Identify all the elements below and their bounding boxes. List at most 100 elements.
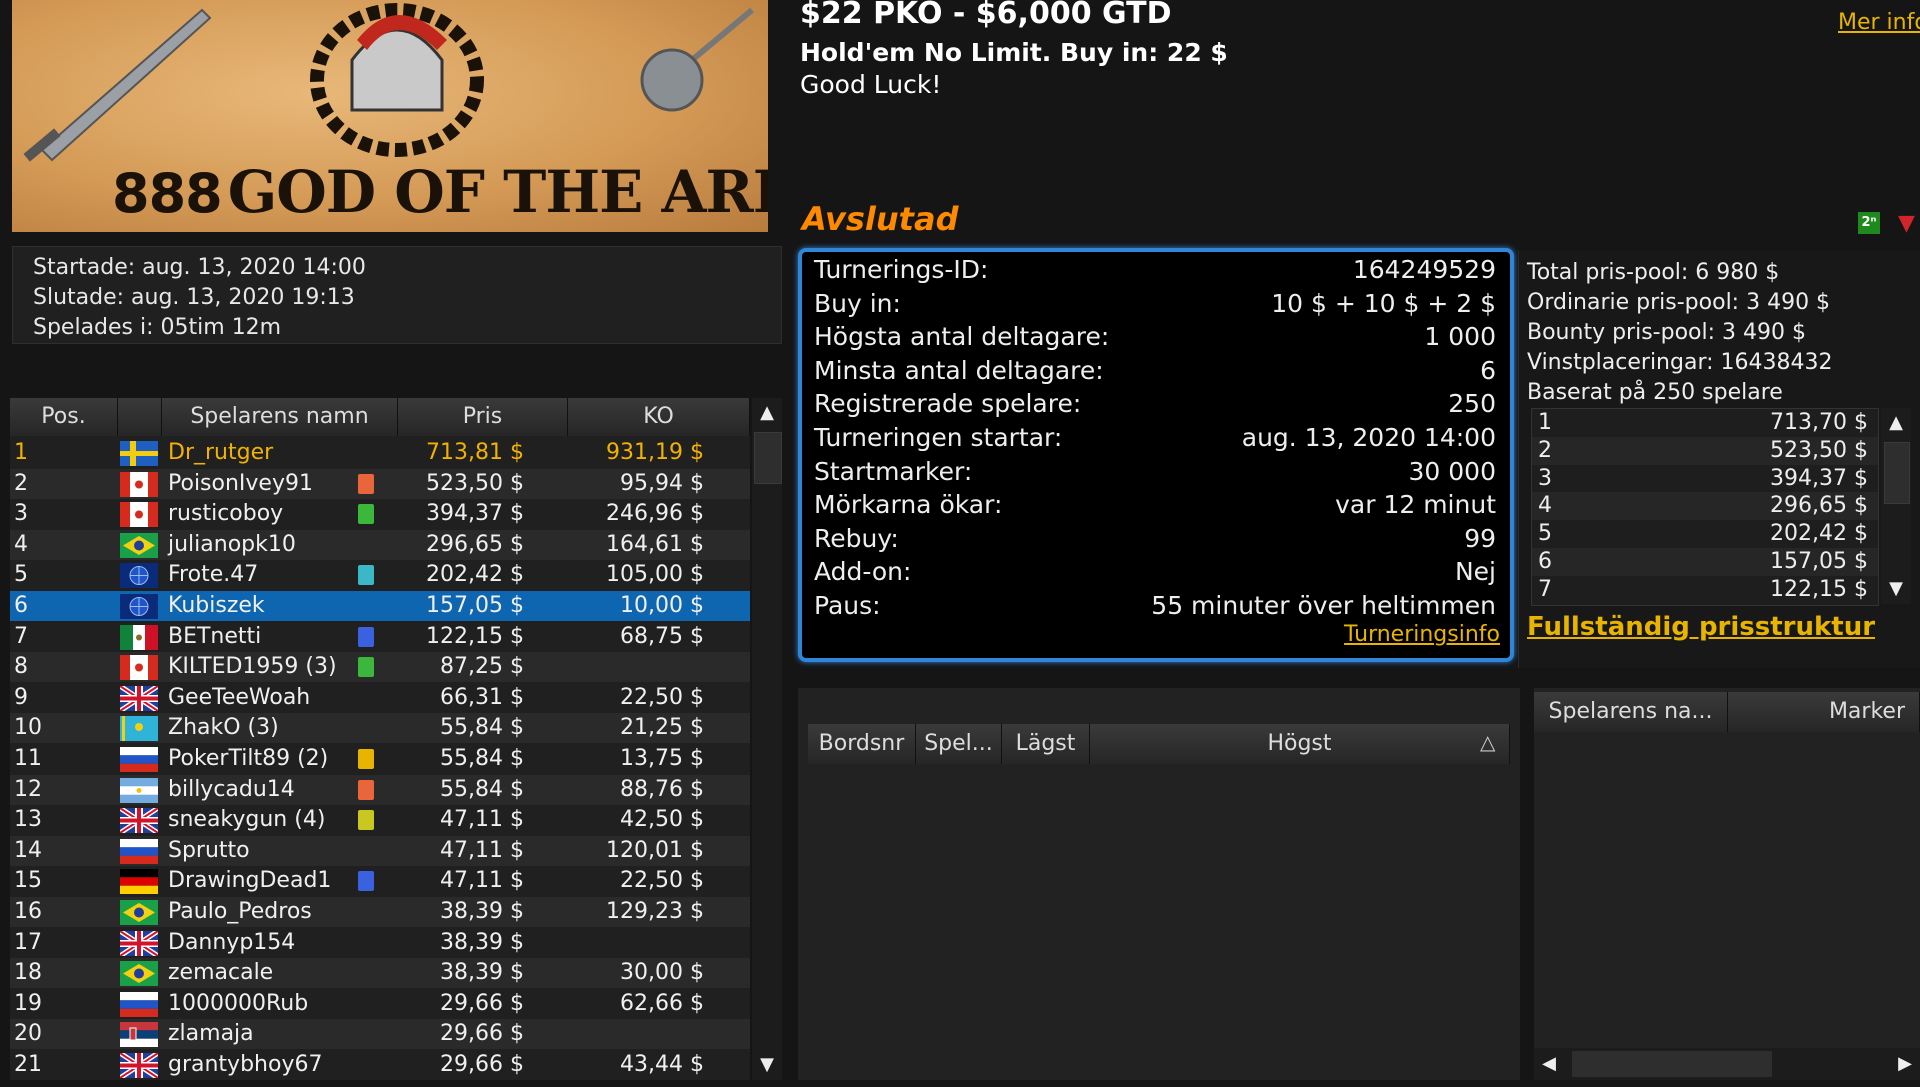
player-row[interactable]: 6 Kubiszek 157,05 $ 10,00 $ [10,591,750,621]
player-prize: 394,37 $ [426,501,524,527]
second-chance-icon[interactable]: 2ⁿ [1858,212,1880,234]
player-name[interactable]: PoisonIvey91 [168,469,313,499]
uk-flag-icon [118,806,160,836]
full-prize-structure-link[interactable]: Fullständig prisstruktur [1527,612,1875,642]
scroll-right-icon[interactable]: ▶ [1890,1049,1920,1079]
greeting-text: Good Luck! [800,70,942,99]
player-row[interactable]: 3 rusticoboy 394,37 $ 246,96 $ [10,499,750,529]
player-prize: 47,11 $ [440,868,524,894]
player-ko: 43,44 $ [620,1052,704,1077]
hscroll-thumb[interactable] [1572,1051,1772,1077]
tournament-info-link[interactable]: Turneringsinfo [1344,622,1500,647]
player-name[interactable]: Kubiszek [168,591,265,621]
player-row[interactable]: 15 DrawingDead1 47,11 $ 22,50 $ [10,866,750,896]
players-scroll-thumb[interactable] [754,432,782,484]
player-note-icon[interactable] [358,779,374,800]
player-name[interactable]: zemacale [168,958,273,988]
player-name[interactable]: zlamaja [168,1019,254,1049]
player-name[interactable]: 1000000Rub [168,989,308,1019]
column-header-players[interactable]: Spel... [916,724,1002,764]
player-name[interactable]: billycadu14 [168,775,295,805]
scroll-left-icon[interactable]: ◀ [1534,1049,1564,1079]
prize-scroll-thumb[interactable] [1884,442,1910,504]
player-name[interactable]: rusticoboy [168,499,283,529]
player-name[interactable]: BETnetti [168,622,261,652]
player-row[interactable]: 16 Paulo_Pedros 38,39 $ 129,23 $ [10,897,750,927]
player-name[interactable]: julianopk10 [168,530,296,560]
player-name[interactable]: GeeTeeWoah [168,683,310,713]
player-note-icon[interactable] [358,810,374,831]
table-players-hscrollbar[interactable]: ◀ ▶ [1534,1048,1920,1080]
player-row[interactable]: 14 Sprutto 47,11 $ 120,01 $ [10,835,750,866]
info-value: 55 minuter över heltimmen [1151,591,1496,620]
player-row[interactable]: 9 GeeTeeWoah 66,31 $ 22,50 $ [10,683,750,713]
player-row[interactable]: 4 julianopk10 296,65 $ 164,61 $ [10,529,750,560]
favorite-icon[interactable]: ▼ [1898,213,1920,236]
player-note-icon[interactable] [358,504,374,525]
prize-amount: 296,65 $ [1770,493,1868,519]
column-header-lowest[interactable]: Lägst [1002,724,1090,764]
scroll-up-icon[interactable]: ▲ [1881,408,1911,438]
player-row[interactable]: 12 billycadu14 55,84 $ 88,76 $ [10,774,750,805]
player-note-icon[interactable] [358,626,374,647]
player-row[interactable]: 13 sneakygun (4) 47,11 $ 42,50 $ [10,805,750,836]
player-note-icon[interactable] [358,565,374,586]
info-label: Buy in: [814,288,901,318]
player-row[interactable]: 19 1000000Rub 29,66 $ 62,66 $ [10,989,750,1019]
column-header-highest[interactable]: Högst [1090,724,1510,764]
player-note-icon[interactable] [358,871,374,892]
more-info-link[interactable]: Mer info [1838,10,1920,35]
column-header-player-name[interactable]: Spelarens namn [162,398,398,436]
players-scrollbar[interactable]: ▲ ▼ [752,398,782,1080]
player-name[interactable]: Paulo_Pedros [168,897,312,927]
player-row[interactable]: 10 ZhakO (3) 55,84 $ 21,25 $ [10,713,750,744]
player-note-icon[interactable] [358,473,374,494]
banner-logo: 888GOD OF THE ARENA [112,158,768,226]
player-row[interactable]: 20 zlamaja 29,66 $ [10,1019,750,1050]
player-name[interactable]: sneakygun (4) [168,805,325,835]
player-name[interactable]: Dannyp154 [168,928,295,958]
sort-ascending-icon[interactable]: △ [1480,730,1495,754]
player-prize: 157,05 $ [426,593,524,618]
player-row[interactable]: 5 Frote.47 202,42 $ 105,00 $ [10,560,750,590]
column-header-ko[interactable]: KO [568,398,750,436]
player-name[interactable]: PokerTilt89 (2) [168,744,328,774]
player-prize: 38,39 $ [440,929,524,955]
player-name[interactable]: ZhakO (3) [168,713,279,743]
column-header-pos[interactable]: Pos. [10,398,118,436]
player-row[interactable]: 8 KILTED1959 (3) 87,25 $ [10,652,750,683]
bounty-prize-pool: Bounty pris-pool: 3 490 $ [1527,320,1806,345]
column-header-flag[interactable] [118,398,162,436]
player-note-icon[interactable] [358,749,374,769]
prize-place: 7 [1538,576,1552,602]
column-header-chips[interactable]: Marker [1728,692,1920,732]
column-header-prize[interactable]: Pris [398,398,568,436]
player-row[interactable]: 17 Dannyp154 38,39 $ [10,928,750,958]
player-note-icon[interactable] [358,657,374,678]
column-header-table-number[interactable]: Bordsnr [808,724,916,764]
scroll-down-icon[interactable]: ▼ [752,1050,782,1080]
player-name[interactable]: Frote.47 [168,560,258,590]
player-name[interactable]: KILTED1959 (3) [168,652,337,682]
player-name[interactable]: Sprutto [168,836,250,866]
info-value: aug. 13, 2020 14:00 [1241,423,1496,452]
player-name[interactable]: DrawingDead1 [168,866,331,896]
prize-amount: 394,37 $ [1770,465,1868,491]
player-row[interactable]: 21 grantybhoy67 29,66 $ 43,44 $ [10,1050,750,1081]
player-row[interactable]: 2 PoisonIvey91 523,50 $ 95,94 $ [10,468,750,499]
column-header-player-name[interactable]: Spelarens na... [1534,692,1728,732]
player-row[interactable]: 7 BETnetti 122,15 $ 68,75 $ [10,622,750,652]
player-position: 21 [14,1052,42,1077]
player-row[interactable]: 1 Dr_rutger 713,81 $ 931,19 $ [10,438,750,468]
player-prize: 202,42 $ [426,562,524,588]
player-row[interactable]: 18 zemacale 38,39 $ 30,00 $ [10,958,750,989]
prize-list-scrollbar[interactable]: ▲ ▼ [1881,408,1911,604]
info-value: 250 [1448,389,1496,419]
player-ko: 68,75 $ [620,623,704,649]
player-name[interactable]: Dr_rutger [168,438,273,468]
tournament-title: $22 PKO - $6,000 GTD [800,0,1172,31]
scroll-up-icon[interactable]: ▲ [752,398,782,428]
scroll-down-icon[interactable]: ▼ [1881,574,1911,604]
player-name[interactable]: grantybhoy67 [168,1050,322,1080]
player-row[interactable]: 11 PokerTilt89 (2) 55,84 $ 13,75 $ [10,744,750,774]
